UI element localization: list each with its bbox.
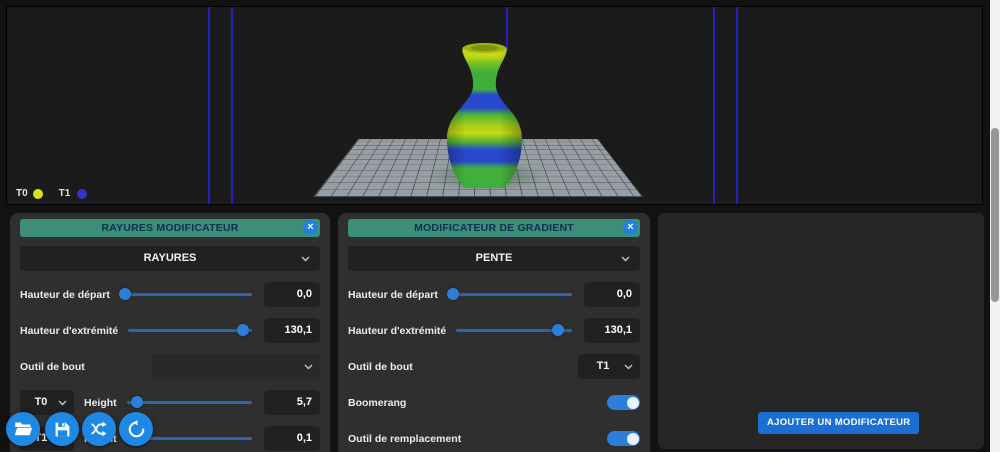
boomerang-label: Boomerang <box>348 397 406 409</box>
start-height-row: Hauteur de départ 0,0 <box>348 282 640 307</box>
chevron-down-icon <box>624 364 633 370</box>
end-height-label: Hauteur d'extrémité <box>348 325 446 337</box>
build-volume-edge <box>736 7 738 205</box>
swap-arrows-icon <box>90 421 108 437</box>
panel-modificateur-gradient: MODIFICATEUR DE GRADIENT × PENTE Hauteur… <box>338 213 650 452</box>
chevron-down-icon <box>304 364 313 370</box>
end-tool-label: Outil de bout <box>20 361 85 373</box>
end-height-label: Hauteur d'extrémité <box>20 325 118 337</box>
close-icon[interactable]: × <box>623 220 638 235</box>
modifier-type-value: PENTE <box>476 252 513 264</box>
start-height-label: Hauteur de départ <box>20 289 110 301</box>
build-volume-edge <box>713 7 715 205</box>
start-height-slider[interactable] <box>120 282 252 307</box>
modifier-type-select[interactable]: PENTE <box>348 246 640 271</box>
end-tool-label: Outil de bout <box>348 361 413 373</box>
end-tool-row: Outil de bout <box>20 354 320 379</box>
panel-title: RAYURES MODIFICATEUR <box>101 222 238 234</box>
end-tool-select[interactable] <box>152 354 320 379</box>
panel-title: MODIFICATEUR DE GRADIENT <box>414 222 574 234</box>
chevron-down-icon <box>58 400 67 406</box>
viewport-3d[interactable]: T0 T1 <box>6 6 983 205</box>
tool-legend: T0 T1 <box>16 188 87 199</box>
end-tool-row: Outil de bout T1 <box>348 354 640 379</box>
chevron-down-icon <box>621 256 630 262</box>
swap-tools-button[interactable] <box>82 412 116 446</box>
end-height-value[interactable]: 130,1 <box>584 318 640 343</box>
end-height-slider[interactable] <box>456 318 572 343</box>
t0-color-dot <box>33 189 43 199</box>
add-modifier-button[interactable]: AJOUTER UN MODIFICATEUR <box>758 412 919 434</box>
reset-button[interactable] <box>119 412 153 446</box>
build-volume-edge <box>231 7 233 205</box>
end-height-row: Hauteur d'extrémité 130,1 <box>20 318 320 343</box>
t1-color-dot <box>77 189 87 199</box>
end-height-value[interactable]: 130,1 <box>264 318 320 343</box>
build-volume-edge <box>208 7 210 205</box>
replacement-tool-row: Outil de remplacement <box>348 426 640 451</box>
panel-header: MODIFICATEUR DE GRADIENT × <box>348 219 640 237</box>
legend-label-t1: T1 <box>59 188 71 199</box>
end-tool-value: T1 <box>597 360 610 372</box>
chevron-down-icon <box>301 256 310 262</box>
t0-height-value[interactable]: 5,7 <box>264 390 320 415</box>
app-root: T0 T1 RAYURES MODIFICATEUR × RAYURES Hau… <box>0 0 1000 452</box>
open-file-button[interactable] <box>6 412 40 446</box>
t0-tool-value: T0 <box>35 396 48 408</box>
close-icon[interactable]: × <box>303 220 318 235</box>
start-height-label: Hauteur de départ <box>348 289 438 301</box>
start-height-slider[interactable] <box>448 282 572 307</box>
vase-model <box>436 41 533 191</box>
t1-height-value[interactable]: 0,1 <box>264 426 320 451</box>
save-button[interactable] <box>45 412 79 446</box>
start-height-row: Hauteur de départ 0,0 <box>20 282 320 307</box>
page-scrollbar[interactable] <box>990 0 1000 452</box>
boomerang-toggle[interactable] <box>607 395 640 410</box>
t0-tool-select[interactable]: T0 <box>20 390 74 415</box>
replacement-tool-toggle[interactable] <box>607 431 640 446</box>
modifier-type-value: RAYURES <box>144 252 197 264</box>
start-height-value[interactable]: 0,0 <box>584 282 640 307</box>
reset-rotate-icon <box>127 420 146 439</box>
scrollbar-thumb[interactable] <box>991 128 999 302</box>
save-icon <box>54 421 71 438</box>
start-height-value[interactable]: 0,0 <box>264 282 320 307</box>
legend-label-t0: T0 <box>16 188 28 199</box>
t0-height-label: Height <box>84 397 117 409</box>
end-height-slider[interactable] <box>128 318 252 343</box>
boomerang-row: Boomerang <box>348 390 640 415</box>
replacement-tool-label: Outil de remplacement <box>348 433 461 445</box>
folder-open-icon <box>14 421 33 437</box>
panel-header: RAYURES MODIFICATEUR × <box>20 219 320 237</box>
modifier-type-select[interactable]: RAYURES <box>20 246 320 271</box>
t0-height-slider[interactable] <box>127 390 252 415</box>
t0-height-row: T0 Height 5,7 <box>20 390 320 415</box>
end-tool-select[interactable]: T1 <box>578 354 640 379</box>
end-height-row: Hauteur d'extrémité 130,1 <box>348 318 640 343</box>
